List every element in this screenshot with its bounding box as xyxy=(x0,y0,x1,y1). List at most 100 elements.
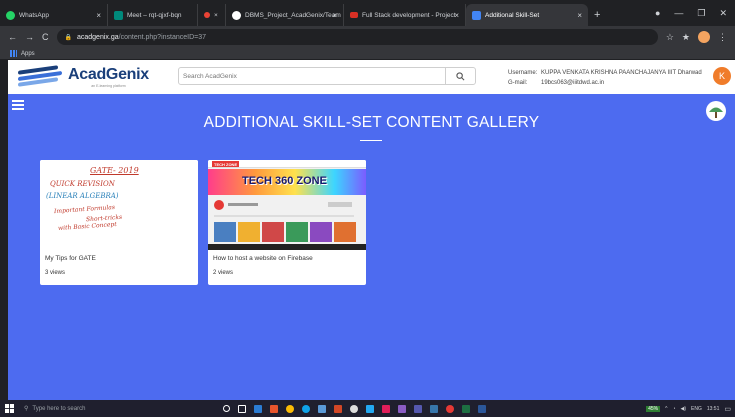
card-thumbnail[interactable]: TECH ZONE TECH 360 ZONE xyxy=(208,160,366,250)
content-card-firebase[interactable]: TECH ZONE TECH 360 ZONE How to host a we… xyxy=(208,160,366,285)
maximize-icon[interactable]: ❐ xyxy=(697,8,705,19)
profile-avatar[interactable] xyxy=(698,31,710,43)
close-tab-icon[interactable]: × xyxy=(332,11,337,20)
excel-icon[interactable] xyxy=(462,404,470,413)
username-value: KUPPA VENKATA KRISHNA PAANCHAJANYA IIIT … xyxy=(541,70,702,76)
cortana-icon[interactable] xyxy=(223,405,230,412)
note-line: (LINEAR ALGEBRA) xyxy=(46,192,119,200)
recorder-icon[interactable] xyxy=(446,404,454,413)
menu-kebab-icon[interactable]: ⋮ xyxy=(718,32,727,43)
note-line: with Basic Concept xyxy=(57,220,117,233)
visual-studio-icon[interactable] xyxy=(398,404,406,413)
page-title: ADDITIONAL SKILL-SET CONTENT GALLERY xyxy=(203,114,540,131)
extension-icon[interactable]: ★ xyxy=(682,32,690,43)
github-desktop-icon[interactable] xyxy=(350,404,358,413)
site-header: AcadGenix an E-learning platform Usernam… xyxy=(8,60,735,94)
new-tab-button[interactable]: + xyxy=(594,4,600,26)
card-thumbnail[interactable]: GATE- 2019 QUICK REVISION (LINEAR ALGEBR… xyxy=(40,160,198,250)
content-card-gate[interactable]: GATE- 2019 QUICK REVISION (LINEAR ALGEBR… xyxy=(40,160,198,285)
forward-icon[interactable]: → xyxy=(25,32,34,42)
system-tray: 45% ^ ◔ ◀) ENG 13:51 ▭ xyxy=(646,400,731,417)
windows-taskbar-strip xyxy=(208,244,366,250)
note-line: QUICK REVISION xyxy=(50,180,115,188)
edge-icon[interactable] xyxy=(302,404,310,413)
record-icon[interactable]: ● xyxy=(655,8,660,18)
address-toolbar: ← → C 🔒 acadgenix.ga/content.php?instanc… xyxy=(0,26,735,48)
reload-icon[interactable]: C xyxy=(42,32,49,42)
title-divider xyxy=(360,140,382,141)
url-path: /content.php?instanceID=37 xyxy=(118,33,207,41)
close-tab-icon[interactable]: × xyxy=(96,11,101,20)
window-controls: ● — ❐ ✕ xyxy=(655,0,735,26)
recording-icon xyxy=(204,12,210,18)
bookmark-apps[interactable]: Apps xyxy=(21,51,35,57)
banner-text: TECH 360 ZONE xyxy=(242,175,327,187)
tab-label: Full Stack development - Project xyxy=(362,11,456,19)
teams-icon[interactable] xyxy=(414,404,422,413)
taskbar-app-icons xyxy=(223,404,486,413)
chrome-icon[interactable] xyxy=(286,404,294,413)
acadgenix-logo[interactable]: AcadGenix an E-learning platform xyxy=(8,65,178,88)
tab-github[interactable]: DBMS_Project_AcadGenix/Team × xyxy=(226,4,344,26)
tab-label: DBMS_Project_AcadGenix/Team xyxy=(245,11,341,19)
avatar[interactable]: K xyxy=(713,67,731,85)
logo-name: AcadGenix xyxy=(68,66,149,83)
clock[interactable]: 13:51 xyxy=(707,406,720,412)
channel-badge: TECH ZONE xyxy=(212,161,240,167)
chevron-up-icon[interactable]: ^ xyxy=(665,406,667,412)
tab-gmail[interactable]: Full Stack development - Project × xyxy=(344,4,466,26)
bookmarks-bar: Apps xyxy=(0,48,735,60)
video-thumb xyxy=(262,222,284,242)
card-title[interactable]: How to host a website on Firebase xyxy=(208,250,366,270)
video-thumb xyxy=(286,222,308,242)
python-icon[interactable] xyxy=(430,404,438,413)
network-icon[interactable]: ◔ xyxy=(672,406,675,412)
windows-taskbar: ⚲ Type here to search 45% ^ ◔ ◀) ENG 13:… xyxy=(0,400,735,417)
video-thumb xyxy=(214,222,236,242)
lang-indicator[interactable]: ENG xyxy=(691,406,702,412)
video-thumb xyxy=(238,222,260,242)
taskbar-search[interactable]: ⚲ Type here to search xyxy=(18,400,168,417)
tab-meet[interactable]: Meet – rqt-qjxf-bqn xyxy=(108,4,198,26)
back-icon[interactable]: ← xyxy=(8,32,17,42)
card-views: 2 views xyxy=(213,270,234,276)
lock-icon: 🔒 xyxy=(64,34,72,41)
word-icon[interactable] xyxy=(478,404,486,413)
tab-whatsapp[interactable]: WhatsApp × xyxy=(0,4,108,26)
video-thumb xyxy=(334,222,356,242)
volume-icon[interactable]: ◀) xyxy=(681,406,687,412)
tab-label: Meet – rqt-qjxf-bqn xyxy=(127,11,182,19)
menu-hamburger-icon[interactable] xyxy=(12,100,24,112)
office-icon[interactable] xyxy=(270,404,278,413)
close-tab-icon[interactable]: × xyxy=(214,12,218,19)
notifications-icon[interactable]: ▭ xyxy=(724,405,731,413)
search-input[interactable] xyxy=(179,72,445,80)
url-bar[interactable]: 🔒 acadgenix.ga/content.php?instanceID=37 xyxy=(56,29,658,45)
whatsapp-icon xyxy=(6,10,15,20)
browser-tab-strip: WhatsApp × Meet – rqt-qjxf-bqn × DBMS_Pr… xyxy=(0,0,735,26)
channel-banner: TECH 360 ZONE xyxy=(208,169,366,195)
minimize-icon[interactable]: — xyxy=(674,8,683,18)
tab-recording[interactable]: × xyxy=(198,4,226,26)
vscode-icon[interactable] xyxy=(366,404,374,413)
taskbar-search-placeholder: Type here to search xyxy=(32,405,86,412)
acadgenix-tab-icon xyxy=(472,10,481,20)
apps-grid-icon xyxy=(10,50,17,57)
store-icon[interactable] xyxy=(318,404,326,413)
search-button[interactable] xyxy=(445,68,475,84)
search-icon xyxy=(456,71,465,80)
powerpoint-icon[interactable] xyxy=(334,404,342,413)
mail-icon[interactable] xyxy=(254,404,262,413)
close-window-icon[interactable]: ✕ xyxy=(719,8,727,19)
battery-indicator[interactable]: 45% xyxy=(646,405,661,412)
close-tab-icon[interactable]: × xyxy=(454,11,459,20)
slack-icon[interactable] xyxy=(382,404,390,413)
windows-start-button[interactable] xyxy=(0,404,18,413)
logo-tagline: an E-learning platform xyxy=(91,84,126,88)
task-view-icon[interactable] xyxy=(238,404,246,413)
bookmark-star-icon[interactable]: ☆ xyxy=(666,32,674,43)
card-title[interactable]: My Tips for GATE xyxy=(40,250,198,270)
tab-additional-skill-set[interactable]: Additional Skill-Set × xyxy=(466,4,588,26)
close-tab-icon[interactable]: × xyxy=(577,11,582,20)
logo-mark-icon xyxy=(18,65,62,88)
